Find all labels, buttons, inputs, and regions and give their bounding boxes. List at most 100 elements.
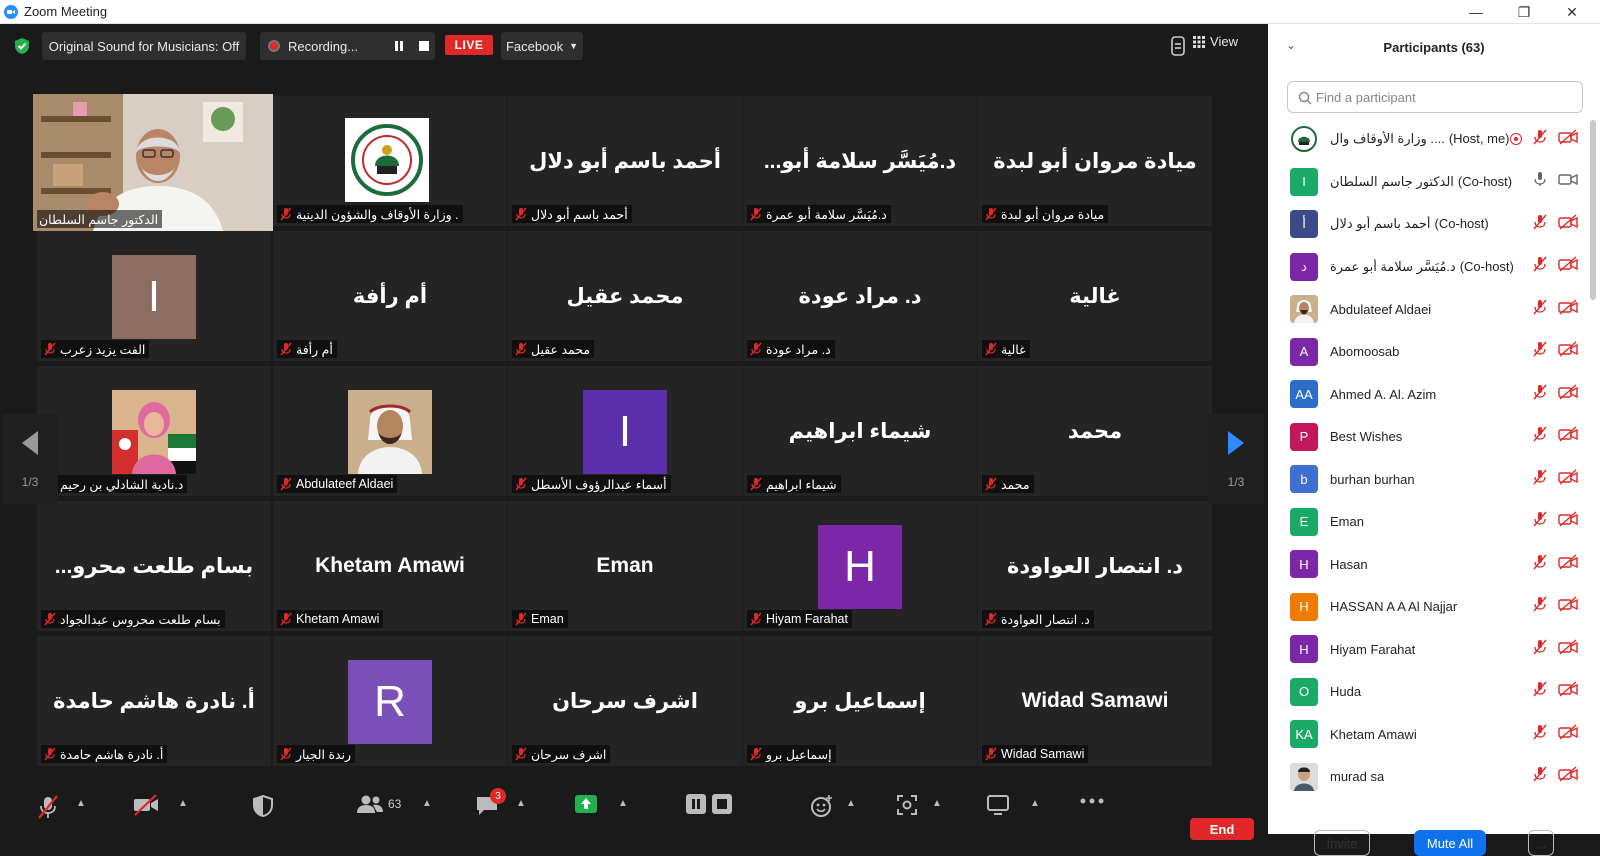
video-tile[interactable]: د.نادية الشادلي بن رحيم [37, 366, 271, 496]
participant-row[interactable]: وزارة الأوقاف وال .... (Host, me) [1268, 118, 1586, 161]
original-sound-toggle[interactable]: Original Sound for Musicians: Off [42, 32, 246, 60]
chat-caret-icon[interactable]: ▲ [516, 798, 526, 809]
video-options-caret-icon[interactable]: ▲ [178, 798, 188, 809]
participant-row[interactable]: AA Ahmed A. Al. Azim [1268, 373, 1586, 416]
camera-off-icon[interactable] [1558, 766, 1578, 787]
prev-page-button[interactable]: 1/3 [2, 414, 58, 504]
camera-off-icon[interactable] [1558, 129, 1578, 150]
microphone-muted-icon[interactable] [1532, 469, 1548, 490]
camera-off-icon[interactable] [1558, 639, 1578, 660]
whiteboard-caret-icon[interactable]: ▲ [1030, 798, 1040, 809]
camera-off-icon[interactable] [1558, 214, 1578, 235]
apps-caret-icon[interactable]: ▲ [932, 798, 942, 809]
participants-caret-icon[interactable]: ▲ [422, 798, 432, 809]
unmute-button[interactable] [36, 794, 60, 820]
video-tile[interactable]: Abdulateef Aldaei [273, 366, 507, 496]
video-tile[interactable]: محمد محمد [978, 366, 1212, 496]
reactions-button[interactable] [810, 794, 834, 818]
audio-options-caret-icon[interactable]: ▲ [76, 798, 86, 809]
video-tile[interactable]: I أسماء عبدالرؤوف الأسطل [508, 366, 742, 496]
video-tile[interactable]: د. مراد عودة د. مراد عودة [743, 231, 977, 361]
camera-off-icon[interactable] [1558, 341, 1578, 362]
video-tile[interactable]: شيماء ابراهيم شيماء ابراهيم [743, 366, 977, 496]
participants-scrollbar[interactable] [1590, 120, 1596, 300]
chat-button[interactable]: 3 [474, 788, 506, 818]
video-tile[interactable]: الدكتور جاسم السلطان [33, 94, 273, 231]
minimize-button[interactable]: — [1452, 0, 1500, 24]
microphone-muted-icon[interactable] [1532, 596, 1548, 617]
video-tile[interactable]: د. انتصار العواودة د. انتصار العواودة [978, 501, 1212, 631]
next-page-button[interactable]: 1/3 [1208, 414, 1264, 504]
microphone-muted-icon[interactable] [1532, 554, 1548, 575]
video-tile[interactable]: اشرف سرحان اشرف سرحان [508, 636, 742, 766]
microphone-muted-icon[interactable] [1532, 384, 1548, 405]
video-tile[interactable]: غالية غالية [978, 231, 1212, 361]
video-tile[interactable]: محمد عقيل محمد عقيل [508, 231, 742, 361]
participant-row[interactable]: murad sa [1268, 756, 1586, 799]
participant-row[interactable]: b burhan burhan [1268, 458, 1586, 501]
microphone-muted-icon[interactable] [1532, 256, 1548, 277]
more-button[interactable] [1080, 798, 1104, 804]
recording-controls[interactable] [686, 794, 732, 814]
whiteboard-button[interactable] [986, 794, 1010, 816]
participant-row[interactable]: H Hiyam Farahat [1268, 628, 1586, 671]
camera-off-icon[interactable] [1558, 511, 1578, 532]
participant-row[interactable]: I الدكتور جاسم السلطان (Co-host) [1268, 161, 1586, 204]
end-meeting-button[interactable]: End [1190, 818, 1254, 840]
microphone-muted-icon[interactable] [1532, 766, 1548, 787]
close-window-button[interactable]: ✕ [1548, 0, 1596, 24]
video-tile[interactable]: Widad Samawi Widad Samawi [978, 636, 1212, 766]
live-badge[interactable]: LIVE [445, 35, 493, 55]
participants-button[interactable]: 63 [356, 794, 401, 814]
microphone-muted-icon[interactable] [1532, 299, 1548, 320]
camera-icon[interactable] [1558, 171, 1578, 192]
apps-button[interactable] [896, 794, 918, 816]
video-tile[interactable]: R رندة الجيار [273, 636, 507, 766]
participant-row[interactable]: H Hasan [1268, 543, 1586, 586]
share-caret-icon[interactable]: ▲ [618, 798, 628, 809]
camera-off-icon[interactable] [1558, 256, 1578, 277]
microphone-muted-icon[interactable] [1532, 511, 1548, 532]
participant-row[interactable]: د د.مُيَسَّر سلامة أبو عمرة (Co-host) [1268, 246, 1586, 289]
video-tile[interactable]: إسماعيل برو إسماعيل برو [743, 636, 977, 766]
video-tile[interactable]: ميادة مروان أبو لبدة ميادة مروان أبو لبدة [978, 96, 1212, 226]
microphone-muted-icon[interactable] [1532, 724, 1548, 745]
participant-row[interactable]: أ أحمد باسم أبو دلال (Co-host) [1268, 203, 1586, 246]
microphone-muted-icon[interactable] [1532, 426, 1548, 447]
share-screen-button[interactable] [574, 794, 598, 814]
camera-off-icon[interactable] [1558, 384, 1578, 405]
camera-off-icon[interactable] [1558, 724, 1578, 745]
participant-search-input[interactable]: Find a participant [1287, 81, 1583, 113]
facebook-stream-dropdown[interactable]: Facebook ▼ [501, 32, 583, 60]
security-button[interactable] [252, 794, 274, 818]
reactions-caret-icon[interactable]: ▲ [846, 798, 856, 809]
immersive-view-icon[interactable] [1169, 35, 1187, 57]
video-tile[interactable]: أ. نادرة هاشم حامدة أ. نادرة هاشم حامدة [37, 636, 271, 766]
participant-row[interactable]: E Eman [1268, 501, 1586, 544]
video-tile[interactable]: بسام طلعت محرو... بسام طلعت محروس عبدالجو… [37, 501, 271, 631]
video-tile[interactable]: Khetam Amawi Khetam Amawi [273, 501, 507, 631]
stop-recording-icon[interactable] [419, 41, 429, 51]
camera-off-icon[interactable] [1558, 681, 1578, 702]
microphone-muted-icon[interactable] [1532, 214, 1548, 235]
participant-row[interactable]: Abdulateef Aldaei [1268, 288, 1586, 331]
video-tile[interactable]: أحمد باسم أبو دلال أحمد باسم أبو دلال [508, 96, 742, 226]
video-tile[interactable]: أم رأفة أم رأفة [273, 231, 507, 361]
video-tile[interactable]: د.مُيَسَّر سلامة أبو... د.مُيَسَّر سلامة … [743, 96, 977, 226]
camera-off-icon[interactable] [1558, 554, 1578, 575]
participant-row[interactable]: A Abomoosab [1268, 331, 1586, 374]
maximize-button[interactable]: ❐ [1500, 0, 1548, 24]
microphone-muted-icon[interactable] [1532, 681, 1548, 702]
start-video-button[interactable] [132, 794, 160, 816]
camera-off-icon[interactable] [1558, 469, 1578, 490]
pause-recording-icon[interactable] [394, 40, 404, 52]
view-button[interactable]: View [1193, 34, 1238, 49]
camera-off-icon[interactable] [1558, 426, 1578, 447]
microphone-muted-icon[interactable] [1532, 129, 1548, 150]
camera-off-icon[interactable] [1558, 299, 1578, 320]
video-tile[interactable]: I الفت يزيد زعرب [37, 231, 271, 361]
video-tile[interactable]: Eman Eman [508, 501, 742, 631]
microphone-icon[interactable] [1532, 171, 1548, 192]
video-tile[interactable]: H Hiyam Farahat [743, 501, 977, 631]
camera-off-icon[interactable] [1558, 596, 1578, 617]
